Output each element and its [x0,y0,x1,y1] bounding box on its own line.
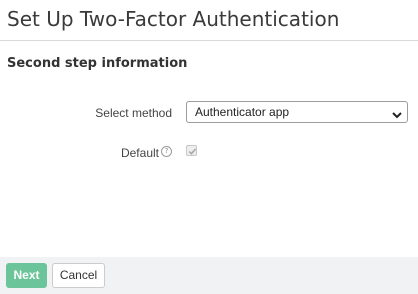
next-button[interactable]: Next [6,263,47,288]
section-title: Second step information [7,56,188,71]
default-label: Default [120,146,159,160]
chevron-down-icon [391,106,403,119]
method-row: Select method Authenticator app [0,101,418,125]
help-icon[interactable]: ? [161,146,172,157]
title-divider [0,40,418,41]
footer-bar: Next Cancel [0,257,418,294]
default-row: Default ? [0,143,418,163]
method-label: Select method [95,106,172,120]
method-select[interactable]: Authenticator app [186,101,408,123]
default-checkbox[interactable] [186,145,197,156]
page-title: Set Up Two-Factor Authentication [7,7,340,31]
method-select-value: Authenticator app [195,105,290,119]
cancel-button[interactable]: Cancel [52,263,105,288]
